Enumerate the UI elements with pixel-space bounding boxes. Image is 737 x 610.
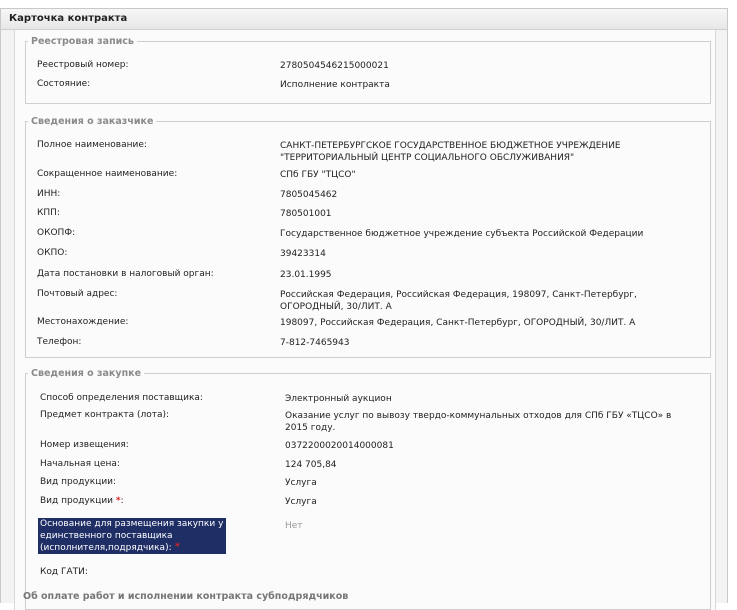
kpp-label: КПП: (37, 208, 60, 218)
product-type-required-value: Услуга (285, 497, 317, 507)
inn-value: 7805045462 (280, 190, 338, 200)
short-name-value: СПб ГБУ "ТЦСО" (280, 170, 356, 180)
notice-number-value: 0372200020014000081 (285, 441, 394, 451)
okpo-label: ОКПО: (37, 248, 68, 258)
product-type-required-text: Вид продукции (40, 496, 114, 506)
registry-number-label: Реестровый номер: (37, 60, 129, 70)
okpo-value: 39423314 (280, 249, 326, 259)
registry-legend: Реестровая запись (31, 36, 134, 47)
supplier-method-label: Способ определения поставщика: (40, 393, 203, 403)
required-asterisk: * (175, 542, 180, 552)
contract-card-window: Карточка контракта Реестровая запись Рее… (0, 8, 728, 610)
kpp-value: 780501001 (280, 209, 332, 219)
contract-subject-value: Оказание услуг по вывозу твердо-коммунал… (285, 411, 672, 433)
single-supplier-basis-label[interactable]: Основание для размещения закупки у единс… (38, 518, 226, 554)
product-type-value: Услуга (285, 478, 317, 488)
tax-date-value: 23.01.1995 (280, 270, 332, 280)
initial-price-value: 124 705,84 (285, 460, 337, 470)
procurement-legend: Сведения о закупке (31, 368, 142, 379)
procurement-row: Основание для размещения закупки у единс… (26, 518, 710, 556)
registry-section: Реестровая запись Реестровый номер: 2780… (25, 36, 711, 104)
gati-code-label: Код ГАТИ: (40, 567, 88, 577)
okopf-value: Государственное бюджетное учреждение суб… (280, 229, 644, 239)
tax-date-label: Дата постановки в налоговый орган: (37, 269, 214, 279)
full-name-value: САНКТ-ПЕТЕРБУРГСКОЕ ГОСУДАРСТВЕННОЕ БЮДЖ… (280, 141, 621, 163)
location-value: 198097, Российская Федерация, Санкт-Пете… (280, 318, 636, 328)
full-name-label: Полное наименование: (37, 140, 147, 150)
okopf-label: ОКОПФ: (37, 228, 76, 238)
status-label: Состояние: (37, 79, 91, 89)
customer-legend: Сведения о заказчике (31, 116, 154, 127)
customer-section: Сведения о заказчике Полное наименование… (25, 116, 711, 358)
location-label: Местонахождение: (37, 317, 129, 327)
phone-value: 7-812-7465943 (280, 338, 350, 348)
inn-label: ИНН: (37, 189, 61, 199)
supplier-method-value: Электронный аукцион (285, 394, 392, 404)
single-supplier-basis-value: Нет (285, 521, 303, 531)
initial-price-label: Начальная цена: (40, 459, 120, 469)
product-type-required-label: Вид продукции *: (40, 496, 124, 506)
postal-address-value: Российская Федерация, Российская Федерац… (280, 290, 637, 312)
procurement-section: Сведения о закупке Способ определения по… (25, 368, 711, 610)
status-value: Исполнение контракта (280, 80, 390, 90)
window-title: Карточка контракта (1, 9, 727, 30)
notice-number-label: Номер извещения: (40, 440, 129, 450)
short-name-label: Сокращенное наименование: (37, 169, 178, 179)
single-supplier-basis-text: Основание для размещения закупки у единс… (40, 519, 224, 553)
registry-number-value: 2780504546215000021 (280, 61, 389, 71)
postal-address-label: Почтовый адрес: (37, 289, 118, 299)
next-section-legend: Об оплате работ и исполнении контракта с… (23, 591, 349, 602)
product-type-required-colon: : (120, 496, 124, 506)
contract-card-panel: Реестровая запись Реестровый номер: 2780… (14, 30, 716, 610)
phone-label: Телефон: (37, 337, 82, 347)
product-type-label: Вид продукции: (40, 477, 117, 487)
contract-subject-label: Предмет контракта (лота): (40, 410, 170, 420)
